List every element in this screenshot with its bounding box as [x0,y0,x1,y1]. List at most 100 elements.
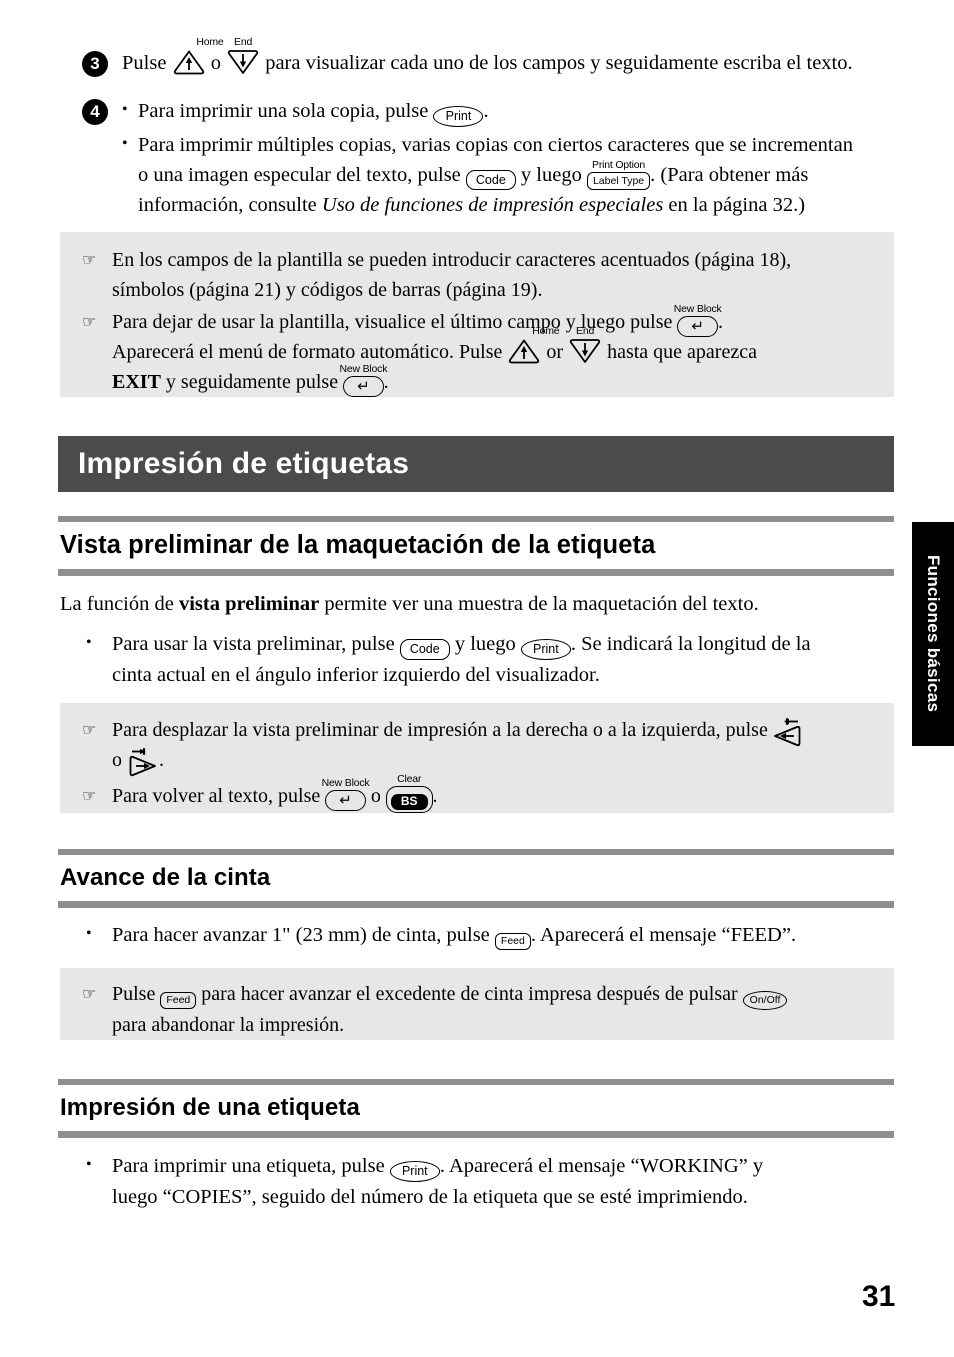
note-5-line-1-mid: para hacer avanzar el excedente de cinta… [201,983,738,1005]
note-3-body: Para desplazar la vista preliminar de im… [112,715,876,777]
new-block-key-label-1: ↵ [691,318,704,335]
cursor-left-key[interactable] [773,717,805,747]
section-1-bullet-item: Para usar la vista preliminar, pulse Cod… [86,628,894,690]
section-2-bullet: Para hacer avanzar 1" (23 mm) de cinta, … [86,919,894,950]
section-title-2: Avance de la cinta [60,864,271,891]
feed-key[interactable]: Feed [494,932,531,950]
step-4-b1-after: . [483,100,489,122]
section-3-bullet-item: Para imprimir una etiqueta, pulse Print.… [86,1150,894,1212]
section-2-bullet-item: Para hacer avanzar 1" (23 mm) de cinta, … [86,919,894,950]
note-2-line-2-after: hasta que aparezca [607,341,757,363]
down-arrow-end-key-2[interactable]: End [568,326,602,364]
section-1-bullet: Para usar la vista preliminar, pulse Cod… [86,628,894,690]
section-rule-bottom-3 [58,1131,894,1138]
new-block-enter-key-3[interactable]: New Block ↵ [322,778,370,811]
section-1-intro-bold: vista preliminar [178,593,320,615]
note-4-mid: o [370,785,381,807]
note-2: ☞ Para dejar de usar la plantilla, visua… [80,304,876,397]
print-key[interactable]: Print [433,106,484,127]
down-arrow-triangle-icon-2 [569,339,601,363]
new-block-key-cap-1: New Block [673,303,722,315]
note-1-line-2: símbolos (página 21) y códigos de barras… [112,279,543,301]
step-3: 3 Pulse Home o End para visualizar cada … [82,37,894,78]
print-key-2[interactable]: Print [520,639,571,660]
code-key-2[interactable]: Code [399,639,450,660]
section-impresion-etiqueta: Impresión de una etiqueta [58,1079,894,1138]
note-5: ☞ Pulse Feed para hacer avanzar el exced… [80,979,876,1040]
note-3: ☞ Para desplazar la vista preliminar de … [80,715,876,777]
up-arrow-home-key[interactable]: Home [172,37,224,75]
step-4-b2-line3-italic: Uso de funciones de impresión especiales [321,194,664,216]
pointing-hand-icon-1: ☞ [82,250,97,269]
new-block-key-cap-3: New Block [321,777,370,789]
note-4-after: . [432,785,438,807]
step-4-b1-before: Para imprimir una sola copia, pulse [138,100,429,122]
note-2-line-2-mid: or [546,341,564,363]
step-4-b2-mid: y luego [520,163,582,186]
note-box-preview-scroll: ☞ Para desplazar la vista preliminar de … [60,703,894,814]
section-2-b-after: . Aparecerá el mensaje “FEED”. [530,924,797,946]
down-arrow-end-key-cap: End [234,36,253,48]
feed-key-2[interactable]: Feed [160,991,197,1009]
step-4-b2-line2-before: o una imagen especular del texto, pulse [138,163,461,186]
page-number: 31 [862,1280,896,1313]
new-block-enter-key-1[interactable]: New Block ↵ [674,304,722,337]
step-4-bullet-2: Para imprimir múltiples copias, varias c… [122,129,894,221]
step-4-bullet-1: Para imprimir una sola copia, pulse Prin… [122,95,894,127]
label-type-key-cap: Print Option [592,159,646,171]
section-title-1: Vista preliminar de la maquetación de la… [60,531,656,559]
section-1-b-line1-after: . Se indicará la longitud de la [570,633,811,655]
up-arrow-home-key-cap: Home [196,36,224,48]
cursor-right-arrow-icon [129,748,156,777]
step-number-3: 3 [82,51,108,77]
note-2-exit-label: EXIT [112,371,161,393]
new-block-enter-key-2[interactable]: New Block ↵ [339,364,387,397]
print-key-3[interactable]: Print [389,1161,440,1182]
code-key[interactable]: Code [465,169,516,190]
pointing-hand-icon-2: ☞ [82,312,97,331]
note-4: ☞ Para volver al texto, pulse New Block … [80,773,876,814]
note-3-line-2-after: . [159,749,164,771]
cursor-right-key[interactable] [127,747,159,777]
up-arrow-home-key-cap-2: Home [532,325,560,337]
section-3-b-line1-before: Para imprimir una etiqueta, pulse [112,1155,385,1177]
note-box-feed: ☞ Pulse Feed para hacer avanzar el exced… [60,968,894,1040]
new-block-key-cap-2: New Block [339,363,388,375]
note-1: ☞ En los campos de la plantilla se puede… [80,245,876,305]
on-off-key[interactable]: On/Off [742,991,788,1010]
note-3-line-1-before: Para desplazar la vista preliminar de im… [112,719,768,741]
section-1-intro-after: permite ver una muestra de la maquetació… [324,593,759,615]
step-3-text-before: Pulse [122,52,167,74]
step-4-b2-line1: Para imprimir múltiples copias, varias c… [138,133,853,156]
up-arrow-triangle-icon [173,50,204,75]
label-type-key-label: Label Type [592,174,645,187]
backspace-key-label: BS [390,793,428,810]
note-4-before: Para volver al texto, pulse [112,785,321,807]
note-3-line-2-before: o [112,749,122,771]
step-4-body: Para imprimir una sola copia, pulse Prin… [122,95,894,221]
down-arrow-end-key[interactable]: End [226,37,260,75]
section-1-b-line2: cinta actual en el ángulo inferior izqui… [112,663,600,686]
backspace-clear-key[interactable]: Clear BS [385,773,433,814]
step-3-text-mid: o [210,52,221,74]
pointing-hand-icon-3: ☞ [82,720,97,739]
note-2-line-3-mid: y seguidamente pulse [165,371,339,393]
step-3-text-after: para visualizar cada uno de los campos y… [265,52,853,74]
note-2-body: Para dejar de usar la plantilla, visuali… [112,304,876,397]
side-tab-label: Funciones básicas [924,555,943,713]
new-block-key-label-2: ↵ [357,378,370,395]
note-1-body: En los campos de la plantilla se pueden … [112,245,876,305]
up-arrow-home-key-2[interactable]: Home [507,326,560,364]
section-3-b-line2: luego “COPIES”, seguido del número de la… [112,1185,748,1208]
step-4-b2-line2-after: . (Para obtener más [650,163,809,186]
label-type-print-option-key[interactable]: Print Option Label Type [586,160,651,190]
section-1-intro-before: La función de [60,593,174,615]
section-3-bullet: Para imprimir una etiqueta, pulse Print.… [86,1150,894,1212]
note-box-template-fields: ☞ En los campos de la plantilla se puede… [60,232,894,397]
cursor-left-arrow-icon [773,718,801,747]
section-title-3: Impresión de una etiqueta [60,1094,360,1121]
document-page: 3 Pulse Home o End para visualizar cada … [0,0,954,1357]
chapter-title: Impresión de etiquetas [78,447,410,480]
section-3-b-line1-after: . Aparecerá el mensaje “WORKING” y [439,1155,764,1177]
section-1-intro: La función de vista preliminar permite v… [60,589,894,619]
